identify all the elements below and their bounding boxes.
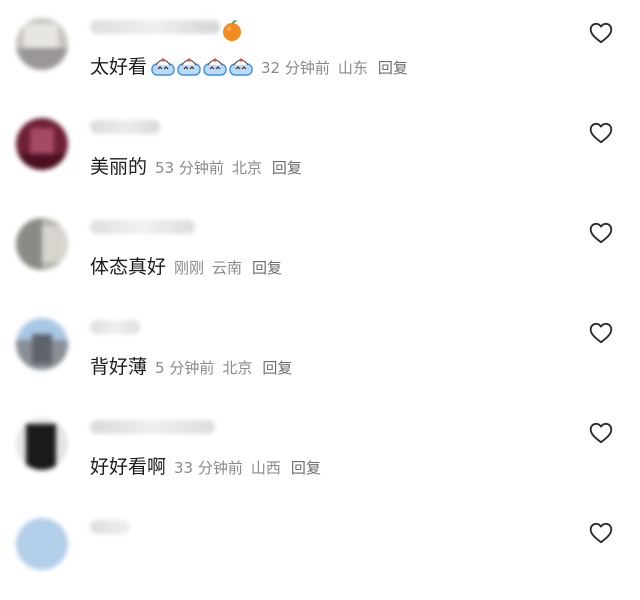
username-blurred[interactable] (90, 420, 215, 434)
avatar[interactable] (16, 318, 68, 370)
comment-item: 美丽的 53 分钟前 北京 回复 (0, 100, 640, 200)
comment-line: 好好看啊 33 分钟前 山西 回复 (90, 452, 321, 479)
avatar[interactable] (16, 118, 68, 170)
comment-location: 云南 (212, 259, 243, 277)
comment-location: 山东 (337, 59, 368, 77)
heart-icon[interactable] (588, 120, 614, 146)
username-blurred[interactable] (90, 120, 160, 134)
username-blurred[interactable] (90, 320, 140, 334)
pinched-face-emoji (229, 58, 253, 76)
pinched-face-emoji (203, 58, 227, 76)
comment-text: 太好看 (90, 56, 148, 78)
comment-time: 33 分钟前 (174, 459, 243, 477)
username-blurred[interactable] (90, 20, 220, 34)
comment-text: 背好薄 (90, 356, 148, 378)
heart-icon[interactable] (588, 420, 614, 446)
comment-item: 好好看啊 33 分钟前 山西 回复 (0, 400, 640, 500)
comment-line: 体态真好 刚刚 云南 回复 (90, 252, 282, 279)
comment-time: 32 分钟前 (261, 59, 330, 77)
comment-time: 刚刚 (174, 259, 205, 277)
comment-line: 美丽的 53 分钟前 北京 回复 (90, 152, 302, 179)
reply-button[interactable]: 回复 (272, 157, 302, 178)
comment-line: 背好薄 5 分钟前 北京 回复 (90, 352, 292, 379)
comment-item: 体态真好 刚刚 云南 回复 (0, 200, 640, 300)
avatar[interactable] (16, 18, 68, 70)
comment-location: 山西 (250, 459, 281, 477)
comment-location: 北京 (222, 359, 253, 377)
comment-time: 53 分钟前 (155, 159, 224, 177)
comment-location: 北京 (231, 159, 262, 177)
pinched-face-emoji (177, 58, 201, 76)
comment-line: 太好看 32 分钟前 山东 回复 (90, 52, 408, 79)
comment-text: 好好看啊 (90, 456, 167, 478)
comment-item: 太好看 32 分钟前 山东 回复 (0, 0, 640, 100)
reply-button[interactable]: 回复 (252, 257, 282, 278)
pinched-face-emoji (151, 58, 175, 76)
heart-icon[interactable] (588, 520, 614, 546)
reply-button[interactable]: 回复 (291, 457, 321, 478)
username-blurred[interactable] (90, 520, 130, 534)
heart-icon[interactable] (588, 220, 614, 246)
comment-text: 美丽的 (90, 156, 148, 178)
reaction-emoji-group (151, 56, 253, 76)
comment-item-partial (0, 500, 640, 600)
reply-button[interactable]: 回复 (262, 357, 292, 378)
comment-time: 5 分钟前 (155, 359, 215, 377)
reply-button[interactable]: 回复 (378, 57, 408, 78)
avatar[interactable] (16, 418, 68, 470)
comment-item: 背好薄 5 分钟前 北京 回复 (0, 300, 640, 400)
heart-icon[interactable] (588, 320, 614, 346)
avatar[interactable] (16, 218, 68, 270)
avatar[interactable] (16, 518, 68, 570)
heart-icon[interactable] (588, 20, 614, 46)
orange-icon (223, 20, 241, 41)
comment-text: 体态真好 (90, 256, 167, 278)
username-blurred[interactable] (90, 220, 195, 234)
